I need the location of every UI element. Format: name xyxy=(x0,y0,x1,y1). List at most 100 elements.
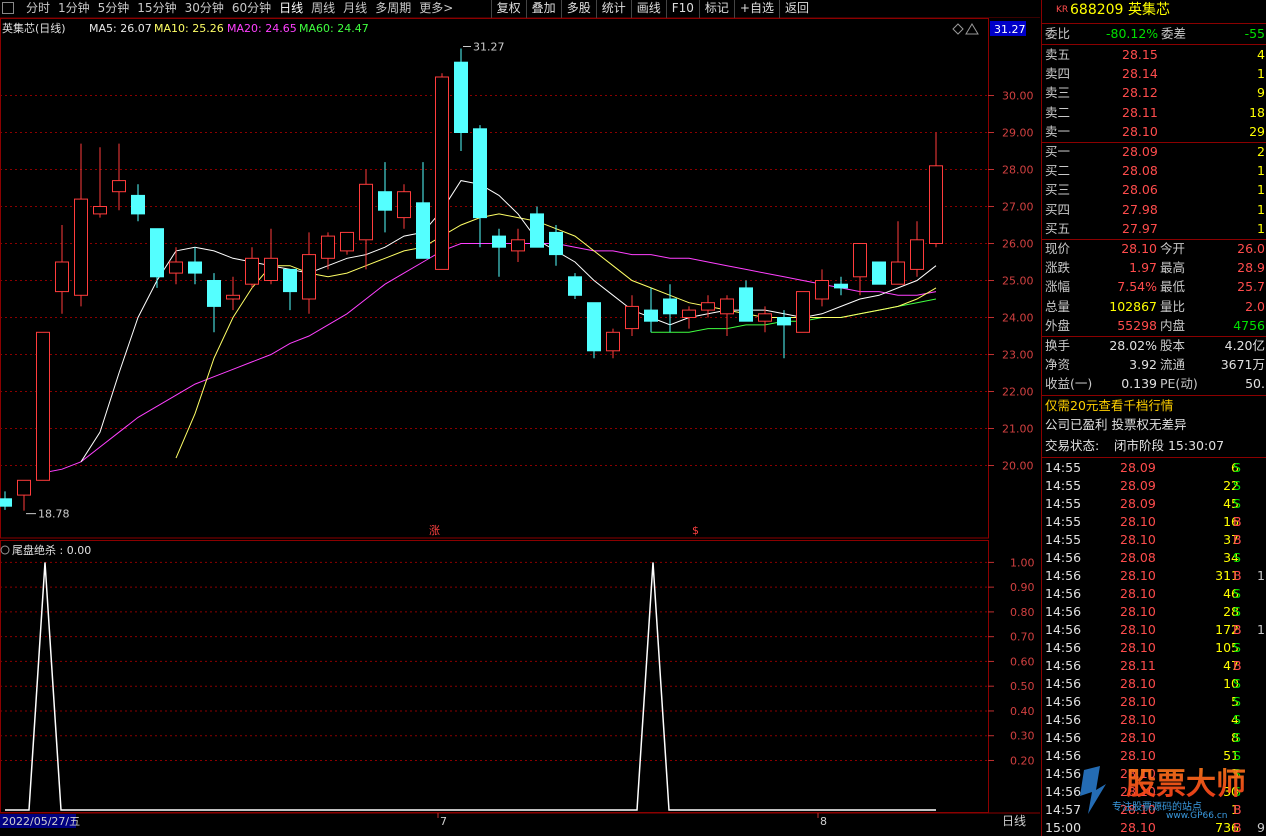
tool-button-8[interactable]: 返回 xyxy=(778,0,814,18)
sell-row: 卖五 28.15 4 xyxy=(1042,46,1266,64)
candle[interactable] xyxy=(150,228,164,288)
candle[interactable] xyxy=(796,291,810,333)
tick-time: 15:00 xyxy=(1045,820,1082,835)
candle[interactable] xyxy=(625,295,639,336)
ad-row[interactable]: 仅需20元查看千档行情 xyxy=(1042,397,1266,415)
candle[interactable] xyxy=(359,169,373,270)
kline-chart-area[interactable]: 30.00 29.00 28.00 27.00 26.00 25.00 24.00 23.00… xyxy=(0,18,1040,836)
candle[interactable] xyxy=(682,306,696,329)
tool-button-7[interactable]: +自选 xyxy=(733,0,779,18)
candle[interactable] xyxy=(587,302,601,359)
candle[interactable] xyxy=(55,225,69,314)
buy-label: 买三 xyxy=(1045,182,1071,198)
candle[interactable] xyxy=(112,143,126,211)
buy-label: 买二 xyxy=(1045,163,1071,179)
status-label: 交易状态: xyxy=(1045,438,1100,453)
candle[interactable] xyxy=(454,48,468,151)
candle[interactable] xyxy=(815,269,829,307)
ad-text[interactable]: 仅需20元查看千档行情 xyxy=(1045,397,1173,415)
candle[interactable] xyxy=(644,287,658,333)
candle[interactable] xyxy=(397,184,411,229)
tab-4[interactable]: 30分钟 xyxy=(181,0,228,18)
main-y-label: 23.00 xyxy=(1002,349,1034,362)
candle[interactable] xyxy=(549,225,563,266)
candle[interactable] xyxy=(264,228,278,285)
diamond-icon[interactable] xyxy=(952,23,964,35)
period-label[interactable]: 日线 xyxy=(1002,814,1026,828)
candle[interactable] xyxy=(378,162,392,233)
candle-body xyxy=(587,302,601,352)
candle-body xyxy=(625,305,639,330)
indicator-collapse-icon[interactable] xyxy=(0,545,10,555)
candle[interactable] xyxy=(74,143,88,307)
candle[interactable] xyxy=(169,247,183,285)
candle[interactable] xyxy=(530,206,544,248)
weibi-value: -80.12% xyxy=(1106,26,1159,41)
toolbar-toggle-icon[interactable] xyxy=(2,2,14,14)
candle[interactable] xyxy=(207,273,221,333)
candle[interactable] xyxy=(568,273,582,299)
candle[interactable] xyxy=(17,479,31,511)
candle[interactable] xyxy=(910,221,924,277)
candle[interactable] xyxy=(663,284,677,333)
stat-label: 最高 xyxy=(1160,260,1186,276)
candle[interactable] xyxy=(93,147,107,218)
candle[interactable] xyxy=(245,247,259,288)
candle[interactable] xyxy=(416,162,430,259)
tick-time: 14:55 xyxy=(1045,514,1082,529)
candle[interactable] xyxy=(226,276,240,311)
candle[interactable] xyxy=(739,280,753,322)
candle[interactable] xyxy=(283,268,297,311)
tool-button-5[interactable]: F10 xyxy=(665,0,699,18)
candle-body xyxy=(872,261,886,285)
tick-row: 14:56 28.08 34 S xyxy=(1042,549,1266,567)
candle[interactable] xyxy=(0,491,12,510)
stat-value: 28.9 xyxy=(1237,260,1265,276)
candle[interactable] xyxy=(36,331,50,481)
candle[interactable] xyxy=(511,228,525,262)
tab-7[interactable]: 周线 xyxy=(307,0,339,18)
tool-button-4[interactable]: 画线 xyxy=(630,0,666,18)
triangle-icon[interactable] xyxy=(965,23,979,35)
candle-body xyxy=(378,191,392,211)
tab-3[interactable]: 15分钟 xyxy=(133,0,180,18)
candle[interactable] xyxy=(606,328,620,359)
candle[interactable] xyxy=(340,231,354,255)
tool-button-0[interactable]: 复权 xyxy=(490,0,526,18)
sell-label: 卖一 xyxy=(1045,123,1071,139)
tab-9[interactable]: 多周期 xyxy=(371,0,415,18)
candle[interactable] xyxy=(777,310,791,359)
candle[interactable] xyxy=(492,228,506,277)
candle[interactable] xyxy=(853,243,867,296)
tab-8[interactable]: 月线 xyxy=(339,0,371,18)
candle-body xyxy=(264,257,278,282)
tick-row: 14:56 28.10 46 S xyxy=(1042,585,1266,603)
tab-1[interactable]: 1分钟 xyxy=(54,0,94,18)
candle[interactable] xyxy=(872,261,886,285)
tool-button-1[interactable]: 叠加 xyxy=(525,0,561,18)
candle[interactable] xyxy=(435,73,449,270)
tick-price: 28.09 xyxy=(1120,496,1156,511)
tab-2[interactable]: 5分钟 xyxy=(94,0,134,18)
tab-6[interactable]: 日线 xyxy=(275,0,307,18)
tool-button-6[interactable]: 标记 xyxy=(698,0,734,18)
candle-body xyxy=(321,235,335,259)
candle[interactable] xyxy=(131,184,145,222)
tool-button-3[interactable]: 统计 xyxy=(595,0,631,18)
candle[interactable] xyxy=(834,276,848,296)
candle[interactable] xyxy=(929,132,943,248)
candle[interactable] xyxy=(701,295,715,318)
tab-10[interactable]: 更多> xyxy=(415,0,457,18)
candle[interactable] xyxy=(891,221,905,285)
candle[interactable] xyxy=(302,232,316,314)
tab-5[interactable]: 60分钟 xyxy=(228,0,275,18)
candle[interactable] xyxy=(720,295,734,336)
tick-side: B xyxy=(1233,532,1242,547)
tab-0[interactable]: 分时 xyxy=(22,0,54,18)
tick-count: 1 xyxy=(1257,568,1265,583)
candle[interactable] xyxy=(188,247,202,285)
candle[interactable] xyxy=(473,125,487,248)
candle-body xyxy=(853,243,867,278)
tick-side: B xyxy=(1233,820,1242,835)
tool-button-2[interactable]: 多股 xyxy=(560,0,596,18)
